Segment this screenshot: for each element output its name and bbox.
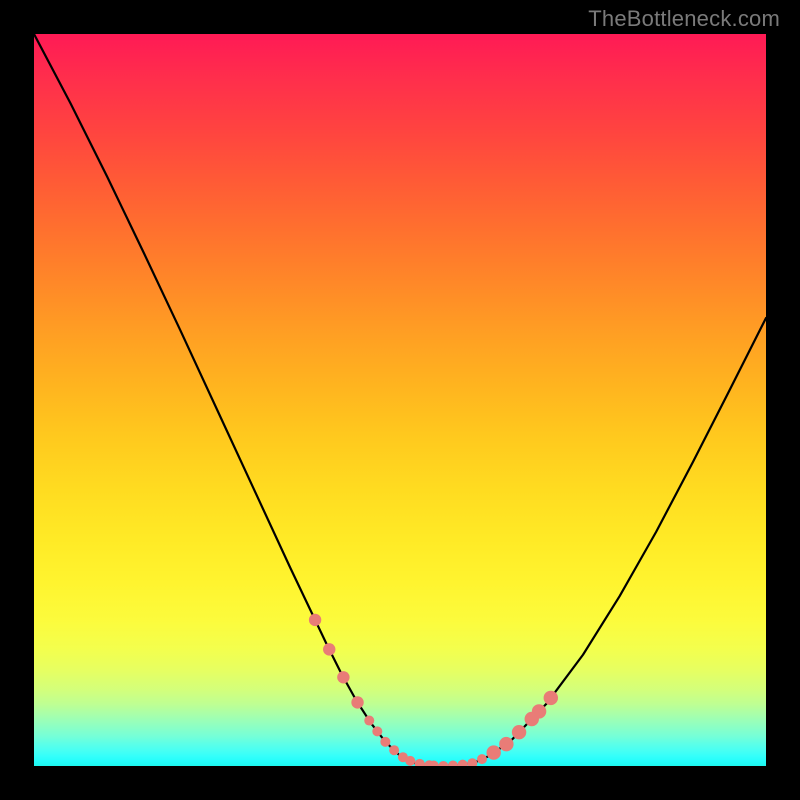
highlight-dot [458,760,468,766]
bottleneck-curve [34,34,766,766]
highlight-dot [448,761,458,766]
plot-area [34,34,766,766]
highlight-dot [364,716,374,726]
highlight-dot [309,614,321,626]
highlight-dot [544,691,558,705]
curve-path [34,34,766,766]
highlight-dot [467,758,477,766]
highlight-dot [438,761,448,766]
watermark-text: TheBottleneck.com [588,6,780,32]
highlight-dot [351,696,363,708]
highlight-dot [372,726,382,736]
highlight-dot [532,704,546,718]
highlight-dot [415,759,425,766]
chart-frame: TheBottleneck.com [0,0,800,800]
highlight-dot [512,725,526,739]
highlight-dot [380,737,390,747]
highlight-dot [477,754,487,764]
highlight-dot [487,745,501,759]
highlight-dot [337,671,349,683]
highlight-dot [499,737,513,751]
highlight-dot [405,756,415,766]
highlight-dot [323,643,335,655]
highlight-dot [389,745,399,755]
